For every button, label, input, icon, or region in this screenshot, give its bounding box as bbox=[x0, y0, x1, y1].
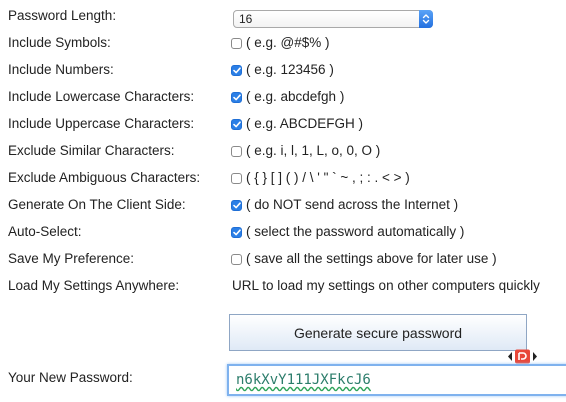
checkmark-icon bbox=[232, 120, 241, 127]
option-value-uppercase: ( e.g. ABCDEFGH ) bbox=[231, 111, 363, 137]
option-label-uppercase: Include Uppercase Characters: bbox=[8, 116, 195, 131]
option-hint-savepref: ( save all the settings above for later … bbox=[246, 251, 497, 266]
option-row-ambiguous: Exclude Ambiguous Characters: ( { } [ ] (… bbox=[0, 165, 566, 191]
option-label-symbols: Include Symbols: bbox=[8, 35, 111, 50]
checkbox-ambiguous[interactable] bbox=[231, 172, 242, 184]
checkmark-icon bbox=[232, 228, 241, 235]
option-value-autoselect: ( select the password automatically ) bbox=[231, 219, 464, 245]
option-value-similar: ( e.g. i, l, 1, L, o, 0, O ) bbox=[231, 138, 380, 164]
option-label-client: Generate On The Client Side: bbox=[8, 197, 186, 212]
checkbox-autoselect[interactable] bbox=[231, 226, 242, 238]
option-hint-ambiguous: ( { } [ ] ( ) / \ ' " ` ~ , ; : . < > ) bbox=[246, 170, 410, 185]
checkbox-savepref[interactable] bbox=[231, 253, 242, 265]
option-row-client: Generate On The Client Side: ( do NOT sen… bbox=[0, 192, 566, 218]
extension-icon[interactable] bbox=[506, 349, 539, 364]
option-hint-symbols: ( e.g. @#$% ) bbox=[246, 35, 330, 50]
checkbox-lowercase[interactable] bbox=[231, 91, 242, 103]
option-value-numbers: ( e.g. 123456 ) bbox=[231, 57, 334, 83]
option-label-lowercase: Include Lowercase Characters: bbox=[8, 89, 195, 104]
option-row-savepref: Save My Preference: ( save all the settin… bbox=[0, 246, 566, 272]
option-hint-autoselect: ( select the password automatically ) bbox=[246, 224, 465, 239]
checkmark-icon bbox=[232, 201, 241, 208]
option-row-autoselect: Auto-Select: ( select the password automa… bbox=[0, 219, 566, 245]
option-row-uppercase: Include Uppercase Characters: ( e.g. ABCD… bbox=[0, 111, 566, 137]
option-label-numbers: Include Numbers: bbox=[8, 62, 114, 77]
checkbox-client[interactable] bbox=[231, 199, 242, 211]
option-label-savepref: Save My Preference: bbox=[8, 251, 135, 266]
option-hint-similar: ( e.g. i, l, 1, L, o, 0, O ) bbox=[246, 143, 381, 158]
checkbox-numbers[interactable] bbox=[231, 64, 242, 76]
option-hint-lowercase: ( e.g. abcdefgh ) bbox=[246, 89, 345, 104]
option-value-savepref: ( save all the settings above for later … bbox=[231, 246, 497, 272]
option-value-load: URL to load my settings on other compute… bbox=[232, 273, 540, 299]
option-row-length: Password Length: 16 bbox=[0, 3, 566, 33]
option-row-similar: Exclude Similar Characters: ( e.g. i, l, … bbox=[0, 138, 566, 164]
option-label-load: Load My Settings Anywhere: bbox=[8, 278, 180, 293]
generate-password-button[interactable]: Generate secure password bbox=[229, 314, 527, 351]
password-length-value: 16 bbox=[239, 12, 253, 26]
new-password-label: Your New Password: bbox=[8, 370, 133, 385]
option-hint-numbers: ( e.g. 123456 ) bbox=[246, 62, 334, 77]
checkmark-icon bbox=[232, 93, 241, 100]
password-length-select[interactable]: 16 bbox=[233, 10, 433, 28]
option-row-symbols: Include Symbols: ( e.g. @#$% ) bbox=[0, 30, 566, 56]
option-value-client: ( do NOT send across the Internet ) bbox=[231, 192, 458, 218]
option-hint-client: ( do NOT send across the Internet ) bbox=[246, 197, 459, 212]
option-label-similar: Exclude Similar Characters: bbox=[8, 143, 175, 158]
option-hint-uppercase: ( e.g. ABCDEFGH ) bbox=[246, 116, 364, 131]
option-label-length: Password Length: bbox=[8, 8, 117, 23]
checkbox-similar[interactable] bbox=[231, 145, 242, 157]
updown-chevron-icon bbox=[419, 10, 433, 28]
option-row-numbers: Include Numbers: ( e.g. 123456 ) bbox=[0, 57, 566, 83]
option-value-symbols: ( e.g. @#$% ) bbox=[231, 30, 330, 56]
option-value-ambiguous: ( { } [ ] ( ) / \ ' " ` ~ , ; : . < > ) bbox=[231, 165, 410, 191]
option-label-autoselect: Auto-Select: bbox=[8, 224, 82, 239]
checkmark-icon bbox=[232, 66, 241, 73]
new-password-field[interactable]: n6kXvY111JXFkcJ6 bbox=[227, 364, 566, 396]
checkbox-symbols[interactable] bbox=[231, 37, 242, 49]
checkbox-uppercase[interactable] bbox=[231, 118, 242, 130]
option-label-ambiguous: Exclude Ambiguous Characters: bbox=[8, 170, 201, 185]
option-row-lowercase: Include Lowercase Characters: ( e.g. abcd… bbox=[0, 84, 566, 110]
option-row-load: Load My Settings Anywhere: URL to load my… bbox=[0, 273, 566, 299]
option-hint-load: URL to load my settings on other compute… bbox=[232, 278, 540, 293]
option-value-lowercase: ( e.g. abcdefgh ) bbox=[231, 84, 344, 110]
